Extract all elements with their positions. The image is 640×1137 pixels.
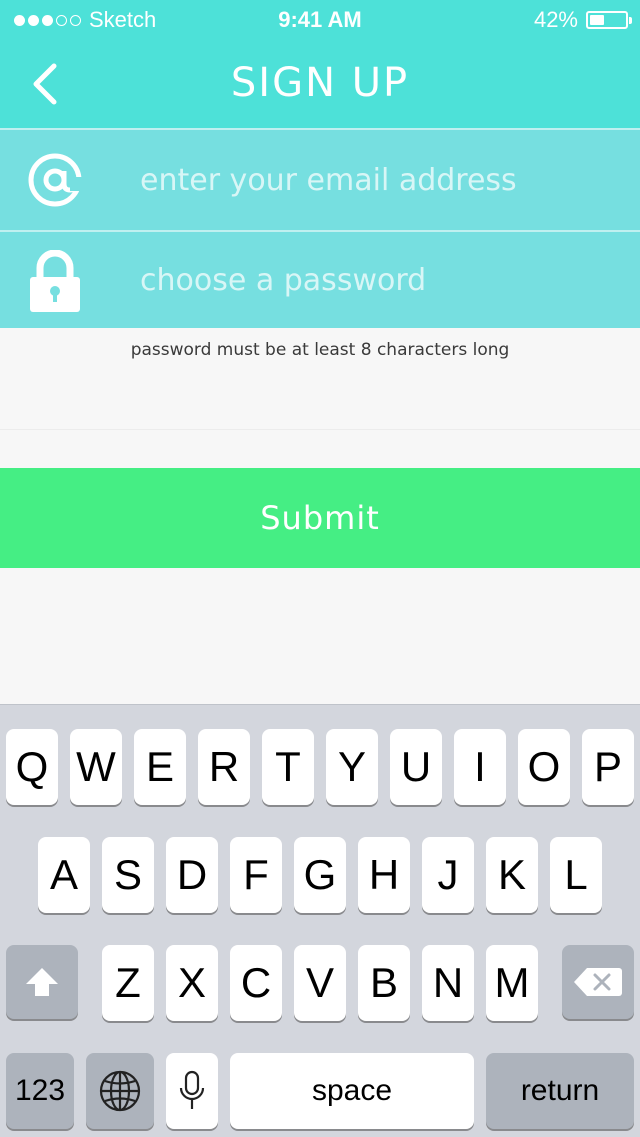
return-key[interactable]: return: [486, 1053, 634, 1129]
page-title: SIGN UP: [230, 60, 410, 106]
key-b[interactable]: B: [358, 945, 410, 1021]
key-l[interactable]: L: [550, 837, 602, 913]
space-key[interactable]: space: [230, 1053, 474, 1129]
key-v[interactable]: V: [294, 945, 346, 1021]
battery-icon: [586, 11, 632, 29]
lock-icon: [30, 250, 80, 312]
key-k[interactable]: K: [486, 837, 538, 913]
key-r[interactable]: R: [198, 729, 250, 805]
email-input[interactable]: [140, 130, 620, 230]
battery-indicator: 42%: [533, 6, 632, 34]
password-hint: password must be at least 8 characters l…: [130, 340, 510, 360]
key-w[interactable]: W: [70, 729, 122, 805]
key-z[interactable]: Z: [102, 945, 154, 1021]
key-t[interactable]: T: [262, 729, 314, 805]
key-p[interactable]: P: [582, 729, 634, 805]
password-input[interactable]: [140, 232, 620, 328]
battery-percent: 42%: [533, 7, 578, 32]
password-field[interactable]: [0, 232, 640, 328]
header-bar: Sketch 9:41 AM 42% SIGN UP: [0, 0, 640, 128]
key-g[interactable]: G: [294, 837, 346, 913]
keyboard: 123 space return QWERTYUIOP ASDFGHJKL ZXCV…: [0, 704, 640, 1137]
globe-key[interactable]: [86, 1053, 154, 1129]
status-bar: Sketch 9:41 AM 42%: [0, 0, 640, 40]
delete-key[interactable]: [562, 945, 634, 1019]
key-c[interactable]: C: [230, 945, 282, 1021]
microphone-icon: [179, 1070, 205, 1109]
key-e[interactable]: E: [134, 729, 186, 805]
key-q[interactable]: Q: [6, 729, 58, 805]
email-field[interactable]: [0, 130, 640, 230]
shift-arrow-icon: [26, 968, 58, 996]
back-button[interactable]: [26, 60, 70, 108]
numbers-key[interactable]: 123: [6, 1053, 74, 1129]
key-f[interactable]: F: [230, 837, 282, 913]
key-o[interactable]: O: [518, 729, 570, 805]
microphone-key[interactable]: [166, 1053, 218, 1129]
key-i[interactable]: I: [454, 729, 506, 805]
divider: [0, 429, 640, 430]
globe-icon: [99, 1070, 141, 1112]
key-y[interactable]: Y: [326, 729, 378, 805]
shift-key[interactable]: [6, 945, 78, 1019]
key-h[interactable]: H: [358, 837, 410, 913]
backspace-icon: [574, 968, 622, 996]
key-d[interactable]: D: [166, 837, 218, 913]
chevron-left-icon: [33, 63, 57, 105]
key-x[interactable]: X: [166, 945, 218, 1021]
key-s[interactable]: S: [102, 837, 154, 913]
navigation-bar: SIGN UP: [0, 40, 640, 128]
key-u[interactable]: U: [390, 729, 442, 805]
key-a[interactable]: A: [38, 837, 90, 913]
submit-button[interactable]: Submit: [0, 468, 640, 568]
key-j[interactable]: J: [422, 837, 474, 913]
key-m[interactable]: M: [486, 945, 538, 1021]
at-sign-icon: [28, 153, 84, 207]
key-n[interactable]: N: [422, 945, 474, 1021]
